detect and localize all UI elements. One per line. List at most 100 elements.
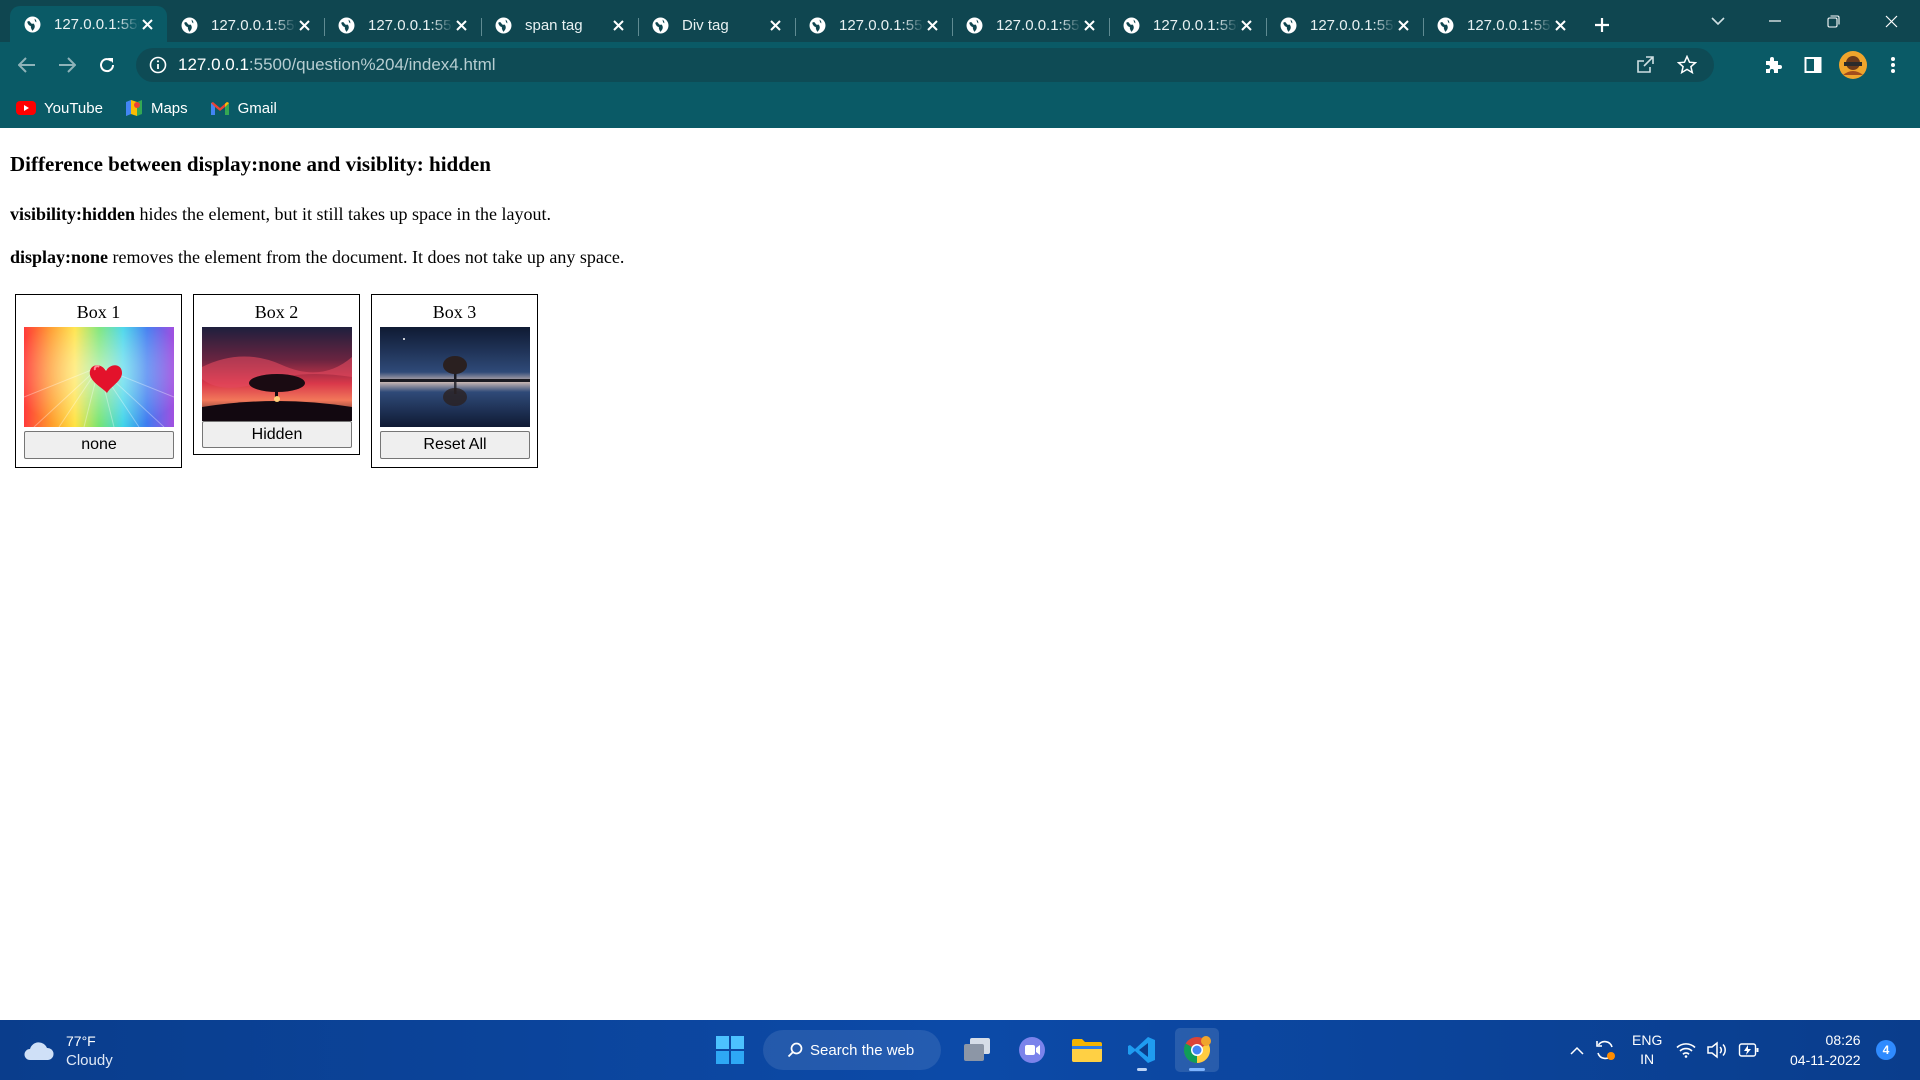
clock-time: 08:26 xyxy=(1825,1032,1861,1048)
task-view-button[interactable] xyxy=(955,1028,999,1072)
taskbar-search[interactable]: Search the web xyxy=(763,1030,941,1070)
browser-tab-strip: 127.0.0.1:5500/question%204/index4.html … xyxy=(0,0,1920,42)
start-button[interactable] xyxy=(708,1028,752,1072)
reset-all-button[interactable]: Reset All xyxy=(380,431,530,459)
close-icon[interactable] xyxy=(139,16,155,32)
tab[interactable]: span tag xyxy=(481,8,638,42)
chrome-icon xyxy=(1183,1036,1211,1064)
none-button[interactable]: none xyxy=(24,431,174,459)
tab[interactable]: Div tag xyxy=(638,8,795,42)
bookmark-star-button[interactable] xyxy=(1672,50,1702,80)
tab[interactable]: 127.0.0.1:5500 xyxy=(952,8,1109,42)
volume-status[interactable] xyxy=(1706,1030,1728,1070)
kebab-menu-icon xyxy=(1891,57,1895,73)
close-icon[interactable] xyxy=(1395,17,1411,33)
page-heading: Difference between display:none and visi… xyxy=(10,152,491,176)
bookmark-label: YouTube xyxy=(44,99,103,117)
wifi-status[interactable] xyxy=(1676,1030,1696,1070)
clock[interactable]: 08:26 04-11-2022 xyxy=(1790,1030,1861,1070)
gmail-icon xyxy=(210,101,229,115)
tab-search-button[interactable] xyxy=(1700,6,1736,36)
close-window-button[interactable] xyxy=(1862,0,1920,42)
sync-status-button[interactable] xyxy=(1594,1030,1616,1070)
arrow-left-icon xyxy=(18,57,35,73)
tab-title: 127.0.0.1:5500 xyxy=(1153,16,1238,34)
back-button[interactable] xyxy=(12,50,42,80)
browser-toolbar: 127.0.0.1:5500/question%204/index4.html xyxy=(0,42,1920,88)
paragraph-text: hides the element, but it still takes up… xyxy=(135,204,551,224)
windows-taskbar: 77°F Cloudy Search the web ENG IN 08:26 … xyxy=(0,1020,1920,1080)
close-icon[interactable] xyxy=(296,17,312,33)
close-icon[interactable] xyxy=(453,17,469,33)
close-icon[interactable] xyxy=(610,17,626,33)
tab-title: 127.0.0.1:5500 xyxy=(839,16,924,34)
close-icon[interactable] xyxy=(1081,17,1097,33)
close-icon[interactable] xyxy=(1552,17,1568,33)
paragraph-visibility-hidden: visibility:hidden hides the element, but… xyxy=(10,204,551,225)
tab[interactable]: 127.0.0.1:5500 xyxy=(1109,8,1266,42)
language-region: IN xyxy=(1640,1051,1655,1067)
bookmark-label: Gmail xyxy=(237,99,277,117)
teams-chat-button[interactable] xyxy=(1010,1028,1054,1072)
sync-icon xyxy=(1596,1040,1615,1060)
box-3: Box 3 Reset All xyxy=(371,294,538,468)
restore-button[interactable] xyxy=(1804,0,1862,42)
menu-button[interactable] xyxy=(1878,50,1908,80)
clock-date: 04-11-2022 xyxy=(1790,1052,1861,1068)
avatar xyxy=(1839,51,1867,79)
search-label: Search the web xyxy=(810,1041,915,1059)
new-tab-button[interactable] xyxy=(1584,8,1620,42)
profile-avatar[interactable] xyxy=(1837,49,1869,81)
close-icon[interactable] xyxy=(767,17,783,33)
share-button[interactable] xyxy=(1630,50,1660,80)
reload-button[interactable] xyxy=(92,50,122,80)
tab[interactable]: 127.0.0.1:5500 xyxy=(324,8,481,42)
share-icon xyxy=(1637,56,1654,73)
folder-icon xyxy=(1072,1039,1102,1062)
tab-title: 127.0.0.1:5500 xyxy=(368,16,453,34)
weather-widget[interactable]: 77°F Cloudy xyxy=(22,1032,113,1070)
tab[interactable]: 127.0.0.1:5500 xyxy=(795,8,952,42)
paragraph-display-none: display:none removes the element from th… xyxy=(10,247,624,268)
tab[interactable]: 127.0.0.1:5500 xyxy=(167,8,324,42)
battery-status[interactable] xyxy=(1738,1030,1760,1070)
bookmark-maps[interactable]: Maps xyxy=(125,99,188,117)
minimize-button[interactable] xyxy=(1746,0,1804,42)
hidden-button[interactable]: Hidden xyxy=(202,421,352,448)
address-bar[interactable]: 127.0.0.1:5500/question%204/index4.html xyxy=(136,48,1714,82)
system-tray: ENG IN xyxy=(1570,1030,1770,1070)
bookmark-gmail[interactable]: Gmail xyxy=(210,100,277,117)
minimize-icon xyxy=(1769,20,1781,22)
globe-icon xyxy=(495,17,512,33)
task-view-icon xyxy=(964,1038,990,1061)
language-code: ENG xyxy=(1632,1032,1663,1048)
tab-active[interactable]: 127.0.0.1:5500/question%204/index4.html xyxy=(10,6,167,42)
arrow-right-icon xyxy=(59,57,76,73)
file-explorer-button[interactable] xyxy=(1065,1028,1109,1072)
sunset-tree-image xyxy=(202,327,352,421)
globe-icon xyxy=(338,17,355,33)
globe-icon xyxy=(1280,17,1297,33)
globe-icon xyxy=(1123,17,1140,33)
vscode-icon xyxy=(1128,1037,1155,1063)
extensions-button[interactable] xyxy=(1758,50,1788,80)
tab-title: span tag xyxy=(525,16,583,34)
forward-button[interactable] xyxy=(52,50,82,80)
term-display-none: display:none xyxy=(10,247,109,267)
globe-icon xyxy=(652,17,669,33)
vscode-button[interactable] xyxy=(1120,1028,1164,1072)
bookmark-youtube[interactable]: YouTube xyxy=(16,100,103,117)
globe-icon xyxy=(1437,17,1454,33)
notification-badge[interactable]: 4 xyxy=(1876,1040,1896,1060)
show-hidden-icons-button[interactable] xyxy=(1570,1030,1584,1070)
tab[interactable]: 127.0.0.1:5500 xyxy=(1423,8,1580,42)
weather-condition: Cloudy xyxy=(66,1052,113,1069)
side-panel-button[interactable] xyxy=(1798,50,1828,80)
close-icon[interactable] xyxy=(924,17,940,33)
chrome-button[interactable] xyxy=(1175,1028,1219,1072)
weather-temperature: 77°F xyxy=(66,1033,96,1049)
restore-icon xyxy=(1826,14,1840,28)
tab[interactable]: 127.0.0.1:5500 xyxy=(1266,8,1423,42)
input-language[interactable]: ENG IN xyxy=(1632,1031,1662,1069)
close-icon[interactable] xyxy=(1238,17,1254,33)
